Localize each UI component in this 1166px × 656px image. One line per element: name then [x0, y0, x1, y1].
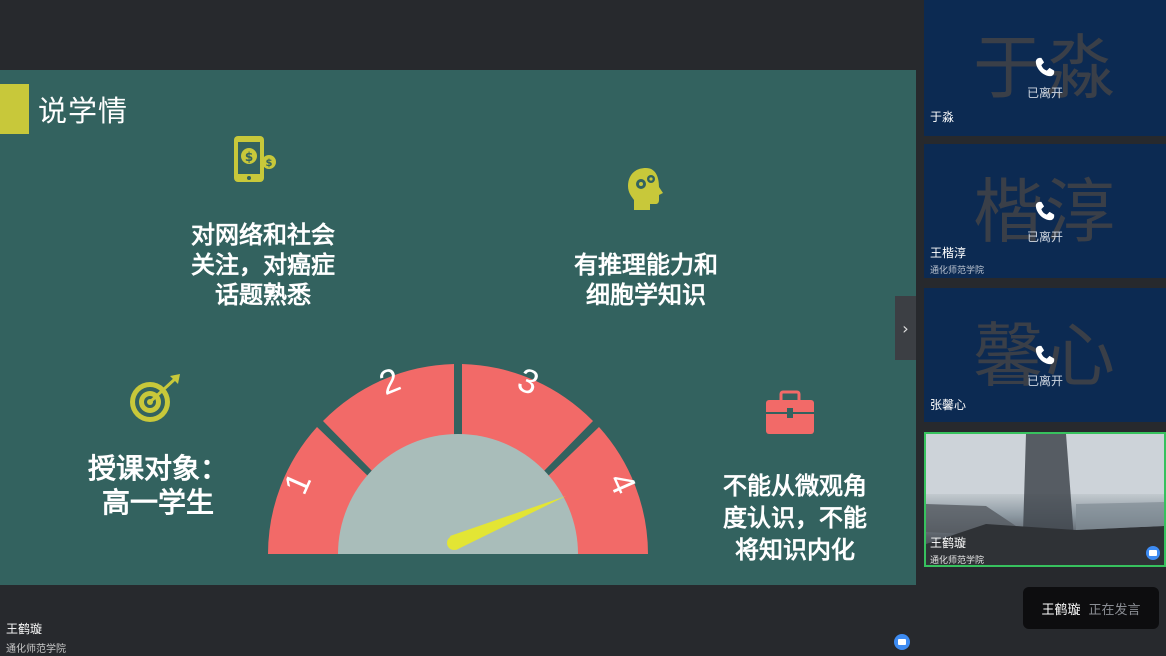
- phone-icon: [1035, 345, 1055, 365]
- svg-text:$: $: [245, 150, 253, 164]
- participant-chat-icon[interactable]: [1146, 546, 1160, 560]
- brain-gear-icon: [628, 168, 663, 210]
- blurb-audience: 授课对象： 高一学生: [87, 452, 228, 519]
- target-icon: [130, 374, 180, 422]
- presenter-org: 通化师范学院: [6, 644, 66, 655]
- participant-name: 王鹤璇: [930, 536, 967, 550]
- title-accent-bar: [0, 84, 29, 134]
- phone-icon: [1035, 57, 1055, 77]
- participant-org: 通化师范学院: [930, 556, 985, 566]
- presenter-name: 王鹤璇: [6, 622, 43, 636]
- blurb-network: 对网络和社会 关注，对癌症 话题熟悉: [191, 221, 335, 309]
- participant-org: 通化师范学院: [930, 266, 985, 276]
- speaking-name: 王鹤璇: [1041, 602, 1081, 618]
- participant-status: 已离开: [1026, 374, 1063, 388]
- participant-name: 于淼: [930, 110, 955, 124]
- participant-status: 已离开: [1026, 230, 1063, 244]
- participant-tile[interactable]: 馨心 已离开 张馨心: [924, 288, 1166, 422]
- svg-text:$: $: [266, 158, 273, 169]
- shared-slide: 说学情 $ $ 对网络和社会 关注，对癌症 话题熟悉 有推理能力和 细胞学知识 …: [0, 70, 916, 585]
- participant-name: 张馨心: [930, 398, 967, 412]
- participant-video-tile[interactable]: 王鹤璇 通化师范学院: [924, 432, 1166, 567]
- blurb-weakness: 不能从微观角 度认识，不能 将知识内化: [723, 472, 867, 564]
- speed-gauge: 1 2 3 4: [268, 361, 648, 554]
- briefcase-icon: [766, 390, 814, 434]
- chevron-right-icon[interactable]: ›: [895, 296, 916, 360]
- phone-money-icon: $ $: [234, 136, 276, 182]
- participant-status: 已离开: [1026, 86, 1063, 100]
- speaking-label: 正在发言: [1088, 602, 1141, 618]
- presenter-chat-icon[interactable]: [894, 634, 910, 650]
- participant-tile[interactable]: 楷淳 已离开 王楷淳 通化师范学院: [924, 144, 1166, 278]
- speaking-indicator: 王鹤璇 正在发言: [1023, 587, 1159, 629]
- blurb-reasoning: 有推理能力和 细胞学知识: [574, 251, 718, 309]
- participant-tile[interactable]: 于淼 已离开 于淼: [924, 0, 1166, 136]
- phone-icon: [1035, 201, 1055, 221]
- participant-name: 王楷淳: [930, 246, 967, 260]
- slide-title: 说学情: [38, 94, 129, 128]
